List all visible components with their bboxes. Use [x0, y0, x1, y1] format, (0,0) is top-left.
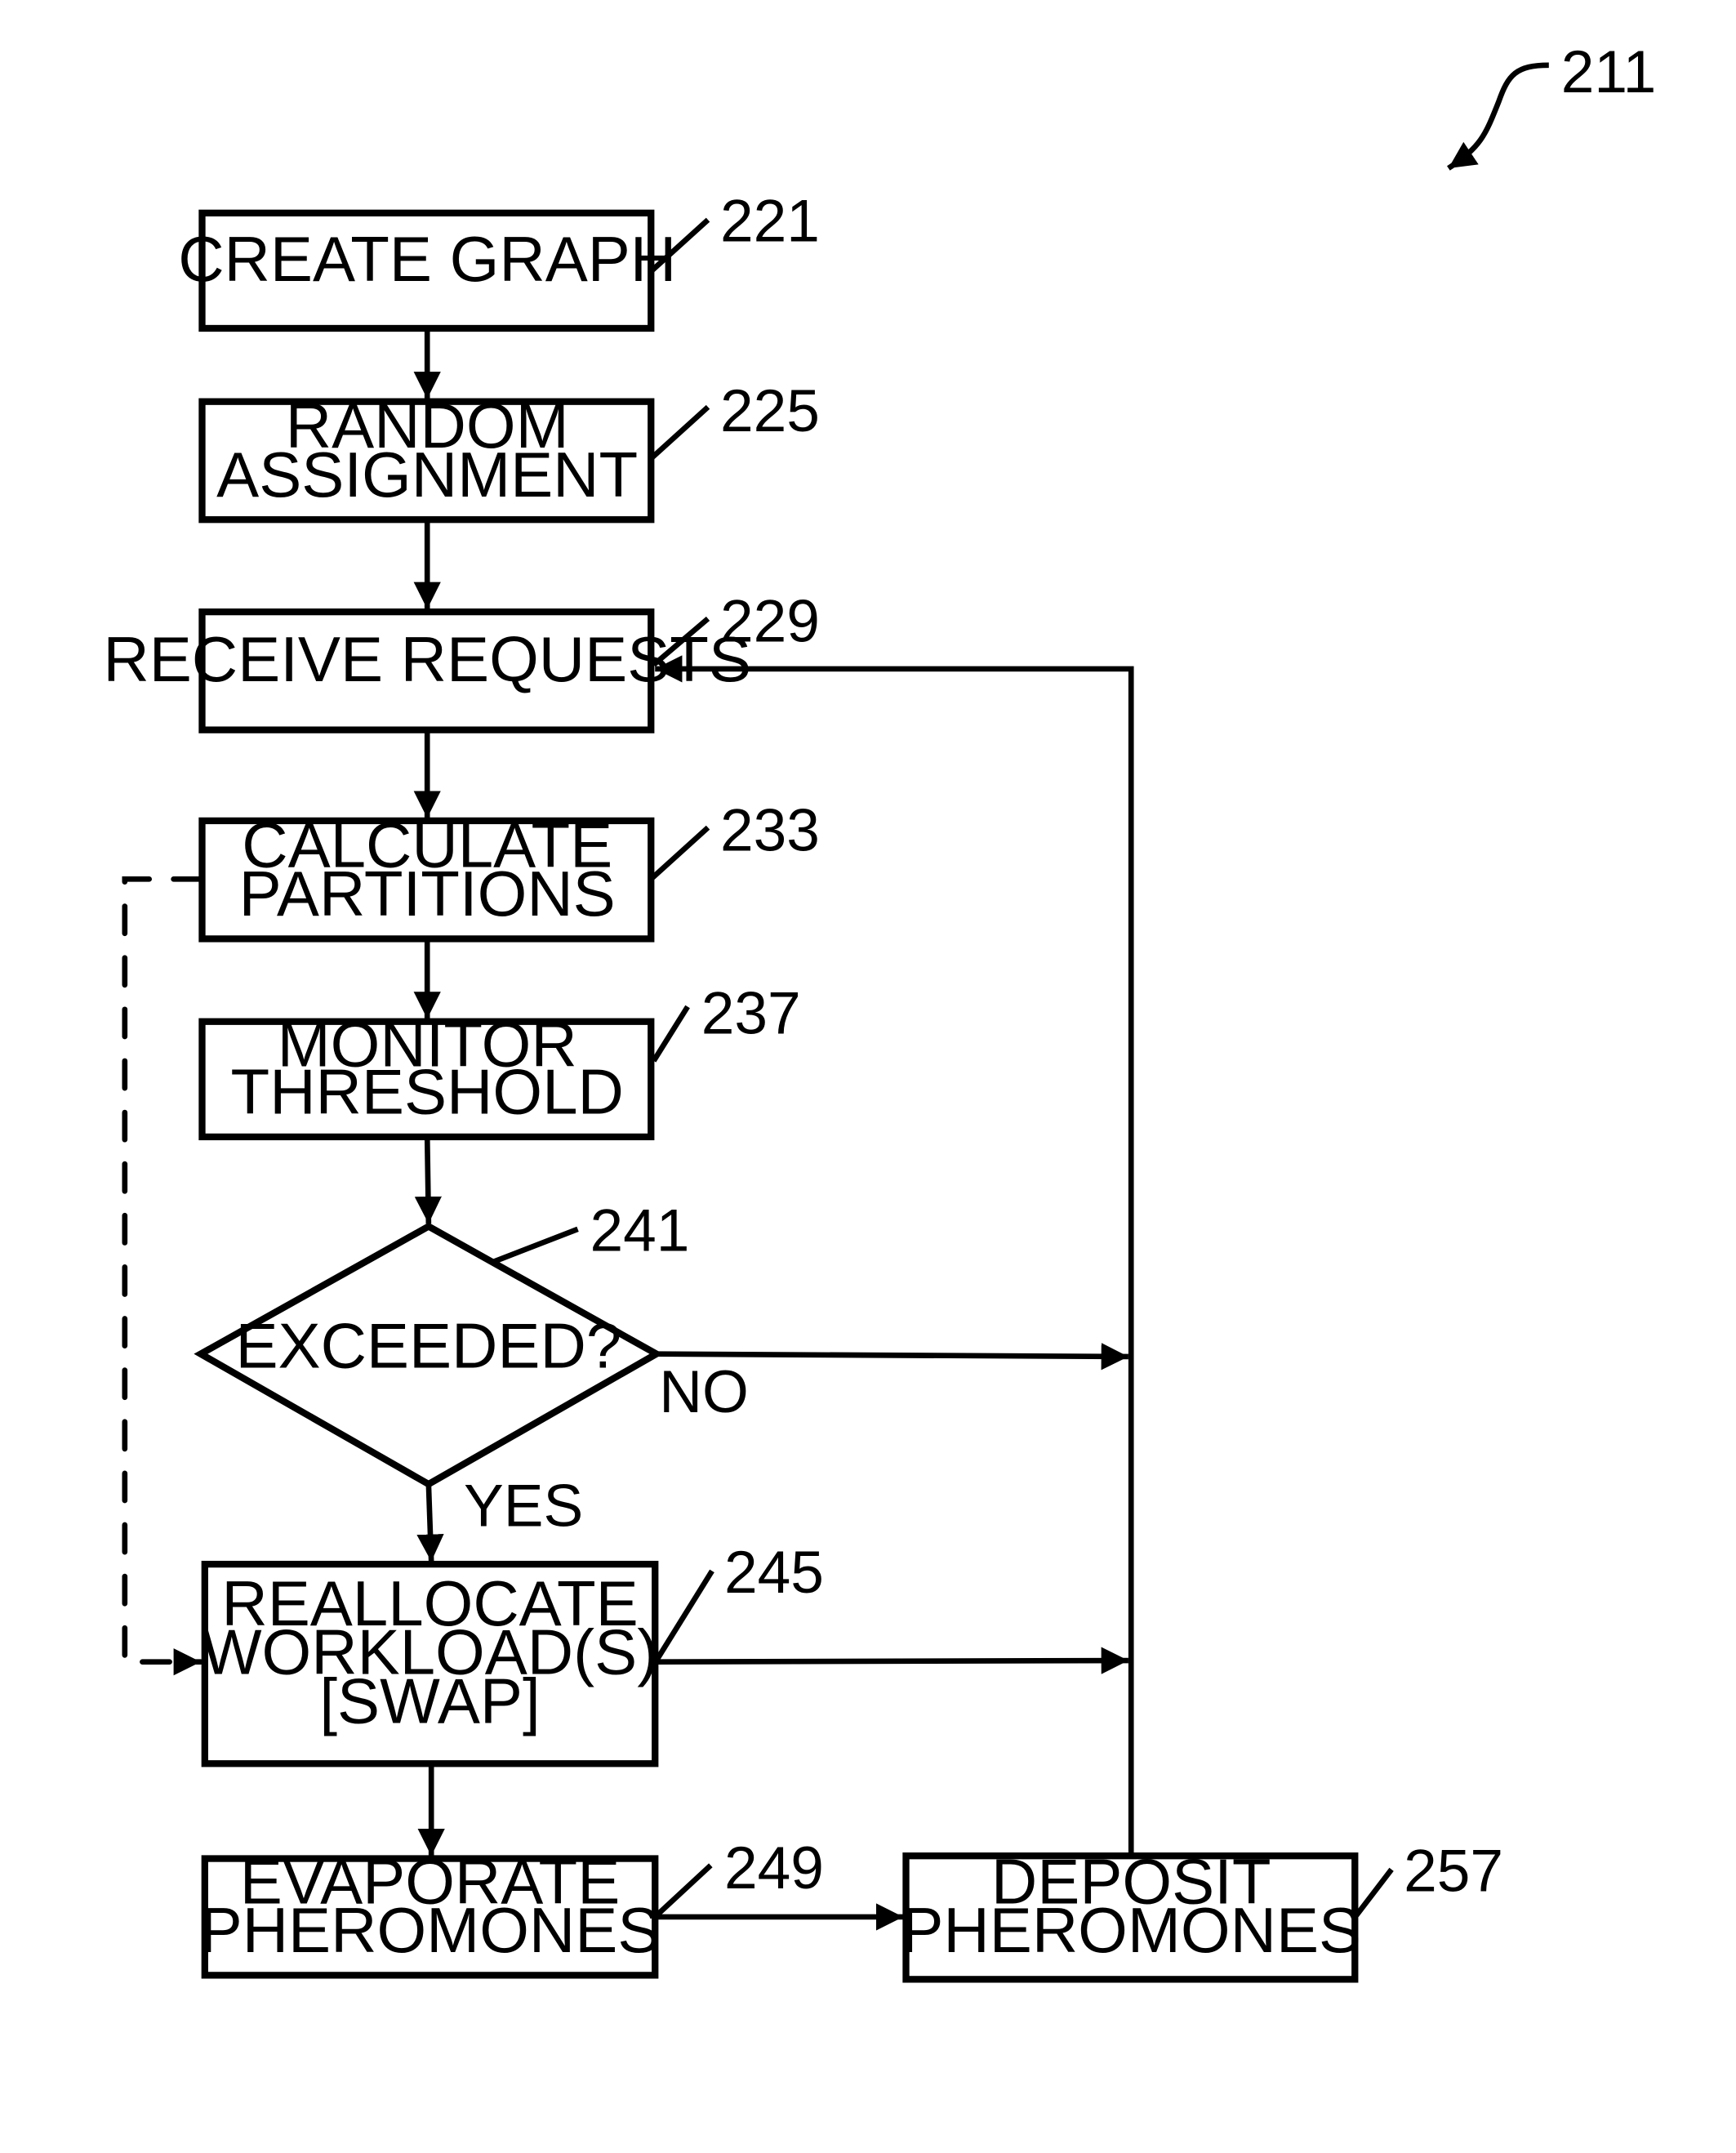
ref-label: 237	[701, 981, 801, 1047]
node-create-graph: CREATE GRAPH 221	[178, 189, 820, 332]
node-label: PHEROMONES	[901, 1894, 1361, 1966]
node-label: PARTITIONS	[239, 858, 616, 929]
node-reallocate-workloads: REALLOCATE WORKLOAD(S) [SWAP] 245	[201, 1540, 824, 1767]
edge-label-no: NO	[659, 1359, 749, 1425]
node-label: CREATE GRAPH	[178, 223, 676, 295]
node-exceeded-decision: EXCEEDED? 241	[194, 1197, 690, 1488]
figure-ref-label: 211	[1561, 39, 1657, 105]
ref-label: 225	[720, 378, 820, 444]
node-deposit-pheromones: DEPOSIT PHEROMONES 257	[901, 1838, 1503, 1983]
node-calculate-partitions: CALCULATE PARTITIONS 233	[198, 797, 820, 943]
ref-label: 245	[724, 1540, 824, 1606]
node-evaporate-pheromones: EVAPORATE PHEROMONES 249	[200, 1835, 824, 1979]
arrow-reallocate-to-loop	[656, 1647, 1128, 1674]
node-label: EXCEEDED?	[235, 1309, 621, 1381]
node-label: ASSIGNMENT	[216, 439, 638, 510]
ref-label: 249	[724, 1835, 824, 1901]
ref-label: 233	[720, 797, 820, 863]
flowchart: 211 CREATE GRAPH 221 RANDOM ASSIGNMENT 2…	[103, 39, 1657, 1983]
dashed-calc-to-reallocate	[122, 876, 204, 1676]
arrow-no-to-loop	[656, 1343, 1128, 1371]
node-receive-requests: RECEIVE REQUESTS 229	[103, 589, 820, 733]
node-monitor-threshold: MONITOR THRESHOLD 237	[198, 981, 801, 1141]
ref-label: 241	[590, 1197, 690, 1264]
ref-label: 257	[1404, 1838, 1503, 1904]
node-label: [SWAP]	[319, 1665, 540, 1736]
ref-label: 221	[720, 189, 820, 255]
figure-ref-211: 211	[1447, 39, 1657, 171]
arrow-monitor-to-exceeded	[414, 1136, 442, 1224]
node-label: THRESHOLD	[231, 1056, 624, 1128]
node-label: PHEROMONES	[200, 1894, 661, 1966]
node-random-assignment: RANDOM ASSIGNMENT 225	[198, 378, 820, 524]
ref-label: 229	[720, 589, 820, 655]
node-label: RECEIVE REQUESTS	[103, 623, 751, 695]
edge-label-yes: YES	[464, 1473, 583, 1540]
arrow-yes-to-reallocate	[416, 1483, 444, 1562]
